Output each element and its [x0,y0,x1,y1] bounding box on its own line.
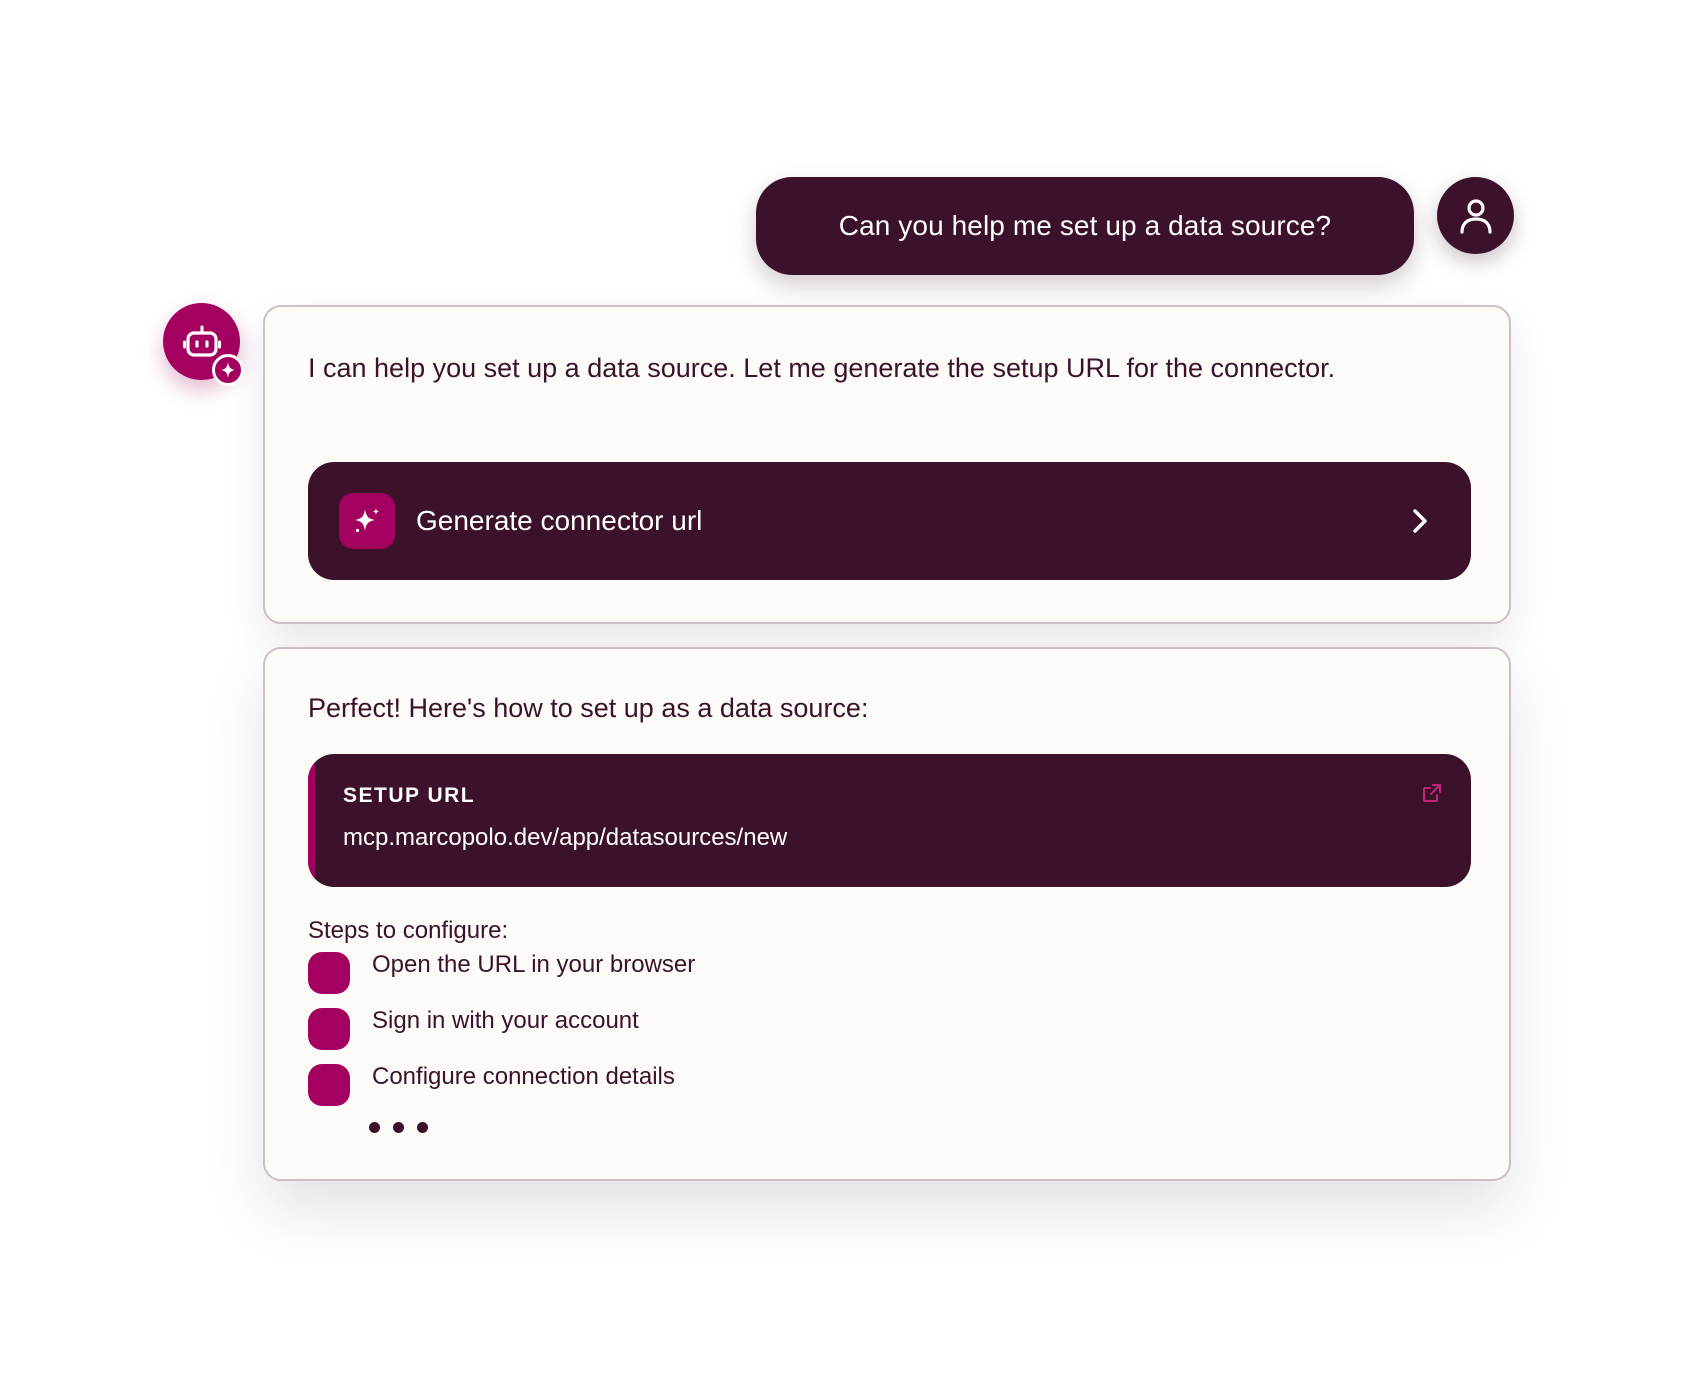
sparkle-icon [355,508,379,533]
step-marker [308,952,350,994]
typing-dot [369,1122,380,1133]
generate-icon-box [339,493,395,549]
user-message-bubble: Can you help me set up a data source? [756,177,1414,275]
typing-dot [417,1122,428,1133]
setup-url-link[interactable]: mcp.marcopolo.dev/app/datasources/new [343,824,787,852]
setup-url-box: SETUP URL mcp.marcopolo.dev/app/datasour… [308,754,1471,887]
step-marker [308,1064,350,1106]
generate-connector-url-button[interactable]: Generate connector url [308,462,1471,580]
assistant-badge [212,354,244,386]
setup-url-label: SETUP URL [343,784,476,807]
step-marker [308,1008,350,1050]
user-avatar[interactable] [1437,177,1514,254]
external-link-icon[interactable] [1420,781,1444,805]
user-message-text: Can you help me set up a data source? [838,210,1332,241]
step-text: Sign in with your account [372,1007,639,1034]
typing-indicator [369,1122,428,1133]
chat-window: Can you help me set up a data source? I … [0,0,1688,1392]
assistant-message-1-text: I can help you set up a data source. Let… [308,353,1336,383]
typing-dot [393,1122,404,1133]
steps-heading: Steps to configure: [308,917,509,944]
user-icon [1459,198,1492,234]
step-item: Sign in with your account [308,1007,639,1050]
assistant-message-2: Perfect! Here's how to set up as a data … [263,647,1511,1181]
step-item: Open the URL in your browser [308,951,696,994]
sparkle-icon [221,362,235,378]
step-text: Open the URL in your browser [372,951,696,978]
robot-icon [182,325,221,357]
generate-connector-url-label: Generate connector url [416,505,703,536]
assistant-message-1: I can help you set up a data source. Let… [263,305,1511,624]
step-text: Configure connection details [372,1063,675,1090]
chevron-right-icon [1409,508,1431,534]
assistant-message-2-text: Perfect! Here's how to set up as a data … [308,693,869,723]
step-item: Configure connection details [308,1063,675,1106]
